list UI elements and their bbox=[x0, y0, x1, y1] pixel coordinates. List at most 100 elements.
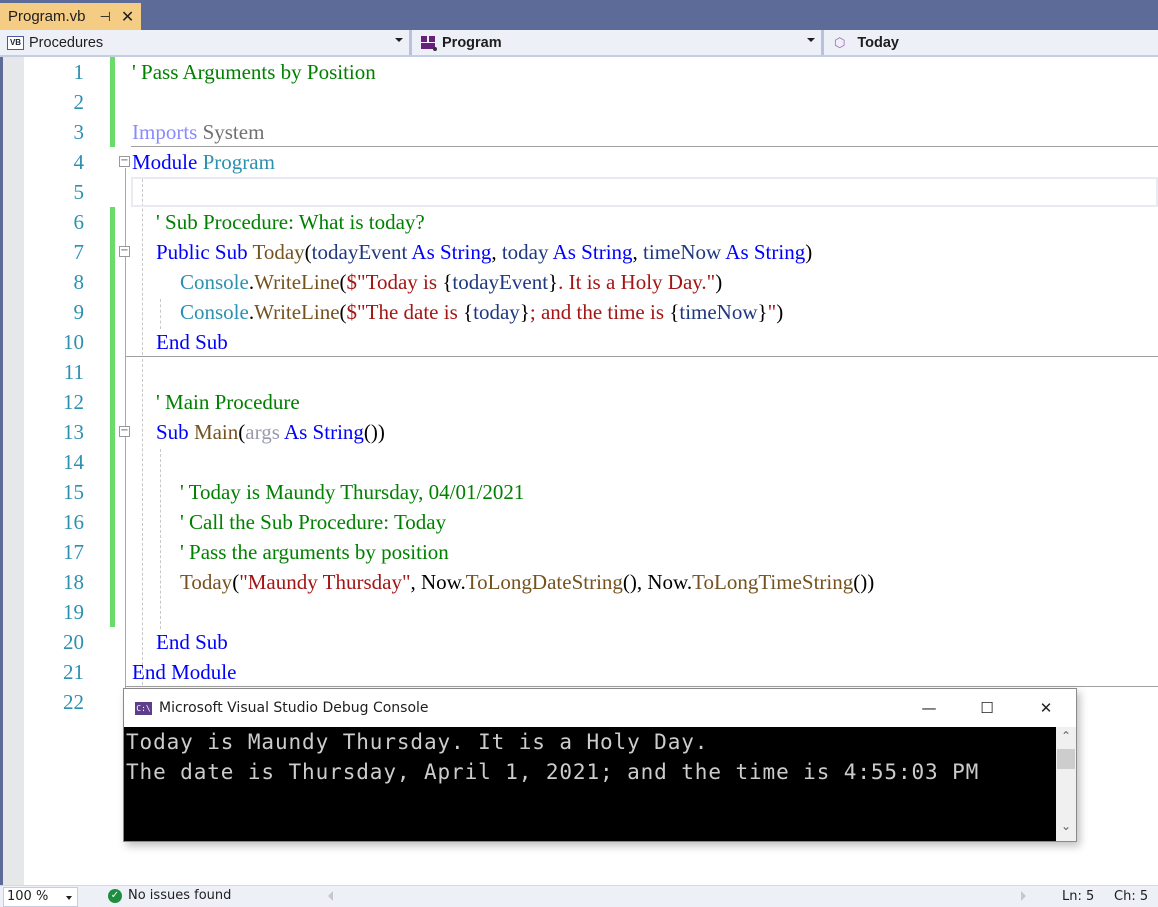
tab-title: Program.vb bbox=[8, 8, 86, 25]
line-number: 22 bbox=[63, 690, 84, 714]
vb-project-icon: VB bbox=[7, 35, 24, 50]
line-number: 9 bbox=[73, 300, 85, 324]
line-indicator: Ln: 5 bbox=[1062, 889, 1095, 904]
pin-icon[interactable]: ⊣ bbox=[100, 9, 111, 25]
code-token: $"The date is bbox=[346, 300, 464, 324]
code-line[interactable]: 15 ' Today is Maundy Thursday, 04/01/2021 bbox=[0, 477, 1158, 507]
code-line[interactable]: 20 End Sub bbox=[0, 627, 1158, 657]
type-dropdown[interactable]: Program bbox=[412, 30, 824, 55]
line-number: 15 bbox=[63, 480, 84, 504]
code-text: ' Pass Arguments by Position bbox=[132, 57, 376, 87]
line-number: 8 bbox=[73, 270, 85, 294]
char-indicator: Ch: 5 bbox=[1114, 889, 1149, 904]
navigation-bar: VB Procedures Program ⬡ Today bbox=[0, 30, 1158, 57]
project-dropdown-value: Procedures bbox=[29, 34, 104, 51]
code-text: ' Today is Maundy Thursday, 04/01/2021 bbox=[180, 477, 524, 507]
console-app-icon: C:\ bbox=[135, 701, 152, 715]
code-text: Module Program bbox=[132, 147, 275, 177]
code-line[interactable]: 21 End Module bbox=[0, 657, 1158, 687]
line-number: 16 bbox=[63, 510, 84, 534]
code-line[interactable]: 8 Console.WriteLine($"Today is {todayEven… bbox=[0, 267, 1158, 297]
code-token: Today bbox=[180, 570, 233, 594]
check-circle-icon: ✓ bbox=[108, 888, 122, 903]
code-line[interactable]: 16 ' Call the Sub Procedure: Today bbox=[0, 507, 1158, 537]
code-token: WriteLine bbox=[254, 270, 340, 294]
module-icon bbox=[420, 35, 438, 51]
code-line[interactable]: 12 ' Main Procedure bbox=[0, 387, 1158, 417]
close-icon[interactable]: ✕ bbox=[121, 7, 134, 27]
code-token: ) bbox=[776, 300, 784, 324]
code-line[interactable]: 1 ' Pass Arguments by Position bbox=[0, 57, 1158, 87]
tab-program-vb[interactable]: Program.vb ⊣ ✕ bbox=[0, 3, 141, 30]
code-token: Main bbox=[193, 420, 239, 444]
console-output[interactable]: Today is Maundy Thursday. It is a Holy D… bbox=[124, 727, 1056, 841]
code-line[interactable]: 3 Imports System bbox=[0, 117, 1158, 147]
code-token: ToLongDateString bbox=[465, 570, 623, 594]
code-token: ' Pass the arguments by position bbox=[180, 540, 449, 564]
code-line[interactable]: 18 Today("Maundy Thursday", Now.ToLongDat… bbox=[0, 567, 1158, 597]
code-token: End Sub bbox=[156, 330, 228, 354]
code-token: WriteLine bbox=[254, 300, 340, 324]
scroll-up-icon[interactable]: ⌃ bbox=[1056, 729, 1076, 749]
code-token: } bbox=[757, 300, 768, 324]
code-line[interactable]: 19 bbox=[0, 597, 1158, 627]
code-line[interactable]: 6 ' Sub Procedure: What is today? bbox=[0, 207, 1158, 237]
code-text: Imports System bbox=[132, 117, 264, 147]
code-line[interactable]: 7 Public Sub Today(todayEvent As String, … bbox=[0, 237, 1158, 267]
member-dropdown-value: Today bbox=[857, 34, 899, 51]
code-token: Sub bbox=[156, 420, 189, 444]
console-title-bar[interactable]: C:\ Microsoft Visual Studio Debug Consol… bbox=[124, 689, 1076, 727]
member-dropdown[interactable]: ⬡ Today bbox=[824, 30, 1158, 55]
code-line[interactable]: 4 Module Program bbox=[0, 147, 1158, 177]
line-number: 4 bbox=[73, 150, 85, 174]
zoom-dropdown[interactable]: 100 % bbox=[3, 887, 78, 907]
code-text: ' Pass the arguments by position bbox=[180, 537, 449, 567]
code-token: Console bbox=[180, 270, 249, 294]
minimize-button[interactable]: — bbox=[900, 689, 958, 727]
code-line[interactable]: 5 bbox=[0, 177, 1158, 207]
code-line[interactable]: 9 Console.WriteLine($"The date is {today}… bbox=[0, 297, 1158, 327]
console-scrollbar[interactable]: ⌃ ⌄ bbox=[1056, 727, 1076, 841]
type-dropdown-value: Program bbox=[442, 34, 502, 51]
scroll-down-icon[interactable]: ⌄ bbox=[1056, 819, 1076, 839]
line-number: 18 bbox=[63, 570, 84, 594]
code-token: Public Sub bbox=[156, 240, 248, 264]
code-line[interactable]: 2 bbox=[0, 87, 1158, 117]
scroll-thumb[interactable] bbox=[1057, 749, 1075, 769]
line-number: 21 bbox=[63, 660, 84, 684]
code-token: { bbox=[463, 300, 474, 324]
code-token: } bbox=[548, 270, 559, 294]
code-token: (), Now. bbox=[622, 570, 693, 594]
debug-console-window[interactable]: C:\ Microsoft Visual Studio Debug Consol… bbox=[123, 688, 1077, 842]
scroll-left-icon[interactable] bbox=[328, 891, 333, 901]
line-number: 11 bbox=[63, 360, 84, 384]
code-text: Public Sub Today(todayEvent As String, t… bbox=[156, 237, 812, 267]
code-text: ' Main Procedure bbox=[156, 387, 300, 417]
code-text: Console.WriteLine($"Today is {todayEvent… bbox=[180, 267, 722, 297]
code-token: Console bbox=[180, 300, 249, 324]
code-line[interactable]: 13 Sub Main(args As String()) bbox=[0, 417, 1158, 447]
code-line[interactable]: 17 ' Pass the arguments by position bbox=[0, 537, 1158, 567]
code-text: End Module bbox=[132, 657, 236, 687]
code-token: , bbox=[491, 240, 502, 264]
code-text: Sub Main(args As String()) bbox=[156, 417, 385, 447]
code-token: } bbox=[519, 300, 530, 324]
code-line[interactable]: 11 bbox=[0, 357, 1158, 387]
code-token: ; and the time is bbox=[529, 300, 670, 324]
project-dropdown[interactable]: VB Procedures bbox=[0, 30, 412, 55]
code-token: ' Today is Maundy Thursday, 04/01/2021 bbox=[180, 480, 525, 504]
maximize-button[interactable]: ☐ bbox=[958, 689, 1016, 727]
line-number: 17 bbox=[63, 540, 84, 564]
scroll-right-icon[interactable] bbox=[1021, 891, 1026, 901]
issues-indicator[interactable]: ✓ No issues found bbox=[108, 888, 231, 903]
code-token: ) bbox=[805, 240, 813, 264]
close-button[interactable]: ✕ bbox=[1017, 689, 1075, 727]
line-number: 3 bbox=[73, 120, 85, 144]
code-token: args bbox=[245, 420, 280, 444]
code-token: ToLongTimeString bbox=[692, 570, 854, 594]
code-token: timeNow bbox=[643, 240, 722, 264]
document-tab-bar: Program.vb ⊣ ✕ bbox=[0, 0, 1158, 30]
code-line[interactable]: 10 End Sub bbox=[0, 327, 1158, 357]
zoom-value: 100 % bbox=[7, 889, 49, 904]
code-line[interactable]: 14 bbox=[0, 447, 1158, 477]
